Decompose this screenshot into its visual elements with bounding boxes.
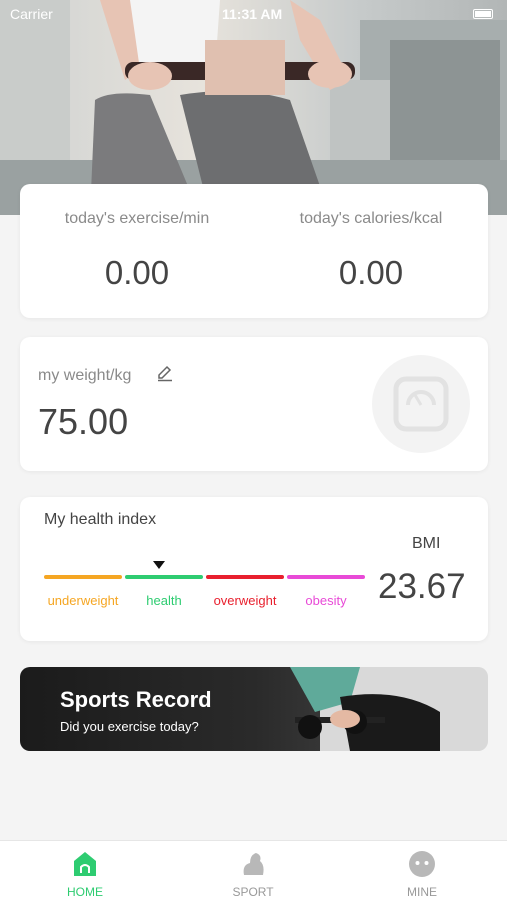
bmi-marker-icon — [153, 561, 165, 569]
exercise-label: today's exercise/min — [64, 210, 210, 227]
tab-sport[interactable]: SPORT — [198, 849, 308, 900]
banner-title: Sports Record — [60, 687, 212, 712]
scale-icon — [372, 355, 470, 453]
health-index-card: My health index underweight health overw… — [20, 497, 488, 641]
gym-photo — [0, 0, 507, 215]
tab-bar: HOME SPORT MINE — [0, 840, 507, 900]
bmi-label: BMI — [412, 535, 441, 552]
tab-mine[interactable]: MINE — [367, 849, 477, 900]
weight-card[interactable]: my weight/kg 75.00 — [20, 337, 488, 471]
tab-sport-label: SPORT — [232, 885, 274, 899]
bmi-value: 23.67 — [378, 567, 466, 606]
time-label: 11:31 AM — [222, 6, 283, 22]
edit-icon[interactable] — [156, 364, 174, 382]
bar-overweight — [206, 575, 284, 579]
status-bar: Carrier 11:31 AM — [0, 6, 507, 24]
health-index-title: My health index — [44, 511, 157, 528]
label-underweight: underweight — [47, 593, 119, 608]
calories-label: today's calories/kcal — [299, 210, 443, 227]
face-icon — [409, 851, 435, 877]
arm-icon — [243, 853, 264, 875]
home-icon — [74, 852, 96, 876]
label-health: health — [146, 593, 182, 608]
bar-health — [125, 575, 203, 579]
tab-home-label: HOME — [67, 885, 103, 899]
calories-value: 0.00 — [338, 254, 404, 291]
battery-icon — [473, 9, 493, 19]
sports-record-banner[interactable]: Sports Record Did you exercise today? — [20, 667, 488, 751]
weight-label: my weight/kg — [38, 367, 132, 384]
carrier-label: Carrier — [10, 6, 53, 22]
today-stats-card: today's exercise/min 0.00 today's calori… — [20, 184, 488, 318]
bar-underweight — [44, 575, 122, 579]
hero-image: Carrier 11:31 AM — [0, 0, 507, 215]
tab-mine-label: MINE — [407, 885, 437, 899]
exercise-value: 0.00 — [104, 254, 170, 291]
tab-home[interactable]: HOME — [30, 849, 140, 900]
bar-obesity — [287, 575, 365, 579]
banner-subtitle: Did you exercise today? — [60, 719, 199, 734]
label-overweight: overweight — [213, 593, 277, 608]
weight-value: 75.00 — [38, 401, 129, 442]
label-obesity: obesity — [305, 593, 347, 608]
